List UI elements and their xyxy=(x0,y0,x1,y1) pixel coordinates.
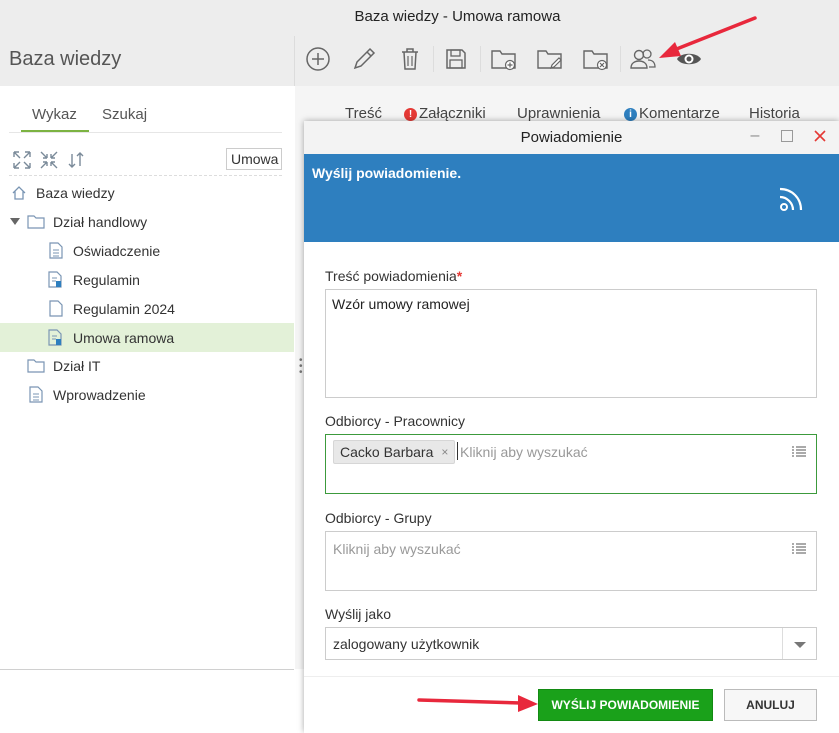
tree-item-label: Regulamin xyxy=(73,271,140,288)
message-textarea[interactable]: Wzór umowy ramowej xyxy=(325,289,817,398)
list-icon[interactable] xyxy=(792,446,806,458)
tab-label: Komentarze xyxy=(639,105,720,122)
minimize-icon[interactable]: – xyxy=(746,127,764,145)
document-icon xyxy=(27,386,45,404)
add-circle-icon[interactable] xyxy=(304,45,332,73)
maximize-icon[interactable] xyxy=(778,127,796,145)
rss-icon xyxy=(776,184,806,214)
app-title: Baza wiedzy xyxy=(9,48,122,70)
dialog-banner-title: Wyślij powiadomienie. xyxy=(312,165,462,181)
recipient-chip[interactable]: Cacko Barbara × xyxy=(333,440,456,464)
tree-item-dzial-it[interactable]: Dział IT xyxy=(0,351,294,380)
tab-tresc[interactable]: Treść xyxy=(345,105,382,122)
folder-icon xyxy=(27,213,45,231)
folder-icon xyxy=(27,357,45,375)
tab-label: Załączniki xyxy=(419,105,486,122)
folder-delete-icon[interactable] xyxy=(582,45,610,73)
alert-icon: ! xyxy=(404,108,417,121)
close-icon[interactable] xyxy=(811,127,829,145)
tree-item-label: Regulamin 2024 xyxy=(73,300,175,317)
tree-item-label: Oświadczenie xyxy=(73,242,161,259)
tab-historia[interactable]: Historia xyxy=(749,105,800,122)
tab-uprawnienia[interactable]: Uprawnienia xyxy=(517,105,600,122)
send-as-value: zalogowany użytkownik xyxy=(333,636,480,652)
toolbar-divider xyxy=(294,36,295,86)
tree-item-umowa-ramowa[interactable]: Umowa ramowa xyxy=(0,323,294,352)
employees-picker[interactable]: Cacko Barbara × Kliknij aby wyszukać xyxy=(325,434,817,494)
tab-komentarze[interactable]: i Komentarze xyxy=(624,105,720,122)
text-cursor xyxy=(457,442,458,460)
groups-label: Odbiorcy - Grupy xyxy=(325,510,432,526)
groups-picker[interactable]: Kliknij aby wyszukać xyxy=(325,531,817,591)
document-key-icon xyxy=(47,329,65,347)
trash-icon[interactable] xyxy=(396,45,424,73)
tab-zalaczniki[interactable]: ! Załączniki xyxy=(404,105,486,122)
employees-label: Odbiorcy - Pracownicy xyxy=(325,413,466,429)
tree-filter-input[interactable]: Umowa xyxy=(226,148,282,170)
tree-item-oswiadczenie[interactable]: Oświadczenie xyxy=(0,236,294,265)
tree-item-label: Baza wiedzy xyxy=(36,184,115,201)
toolbar-separator xyxy=(620,46,621,72)
pencil-icon[interactable] xyxy=(350,45,378,73)
chevron-down-icon[interactable] xyxy=(794,642,806,648)
chevron-down-icon[interactable] xyxy=(10,218,20,225)
chip-remove-icon[interactable]: × xyxy=(441,441,448,463)
tab-szukaj[interactable]: Szukaj xyxy=(102,106,147,123)
tree-item-regulamin[interactable]: Regulamin xyxy=(0,265,294,294)
collapse-all-icon[interactable] xyxy=(39,150,59,170)
toolbar-separator xyxy=(480,46,481,72)
folder-add-icon[interactable] xyxy=(490,45,518,73)
active-tab-indicator xyxy=(21,130,89,132)
folder-edit-icon[interactable] xyxy=(536,45,564,73)
employees-search-placeholder[interactable]: Kliknij aby wyszukać xyxy=(460,444,588,460)
tabs-divider xyxy=(9,132,282,133)
tree-item-regulamin-2024[interactable]: Regulamin 2024 xyxy=(0,294,294,323)
message-label: Treść powiadomienia* xyxy=(325,268,462,284)
groups-search-placeholder[interactable]: Kliknij aby wyszukać xyxy=(333,541,461,557)
select-divider xyxy=(782,628,783,659)
tree-item-wprowadzenie[interactable]: Wprowadzenie xyxy=(0,380,294,409)
tree-item-label: Dział handlowy xyxy=(53,213,148,230)
toolbar-separator xyxy=(433,46,434,72)
panel-splitter-handle[interactable]: • • • xyxy=(299,356,303,378)
tree-item-baza-wiedzy[interactable]: Baza wiedzy xyxy=(0,178,294,207)
send-notification-button[interactable]: WYŚLIJ POWIADOMIENIE xyxy=(538,689,713,721)
save-icon[interactable] xyxy=(442,45,470,73)
tree-item-label: Wprowadzenie xyxy=(53,386,146,403)
info-icon: i xyxy=(624,108,637,121)
users-icon[interactable] xyxy=(629,45,657,73)
message-label-text: Treść powiadomienia xyxy=(325,268,457,284)
annotation-arrow-icon xyxy=(417,695,538,712)
document-key-icon xyxy=(47,271,65,289)
list-icon[interactable] xyxy=(792,543,806,555)
document-blank-icon xyxy=(47,300,65,318)
annotation-arrow-icon xyxy=(659,16,757,58)
document-icon xyxy=(47,242,65,260)
cancel-button[interactable]: ANULUJ xyxy=(724,689,817,721)
tools-divider xyxy=(9,175,282,177)
expand-all-icon[interactable] xyxy=(12,150,32,170)
chip-label: Cacko Barbara xyxy=(340,444,434,460)
tab-wykaz[interactable]: Wykaz xyxy=(32,106,77,123)
tree-item-label: Umowa ramowa xyxy=(73,329,175,346)
tree-item-dzial-handlowy[interactable]: Dział handlowy xyxy=(0,207,294,236)
home-icon xyxy=(10,184,28,202)
required-marker: * xyxy=(456,268,463,284)
send-as-label: Wyślij jako xyxy=(325,606,391,622)
refresh-icon[interactable] xyxy=(66,150,86,170)
tree-item-label: Dział IT xyxy=(53,357,101,374)
